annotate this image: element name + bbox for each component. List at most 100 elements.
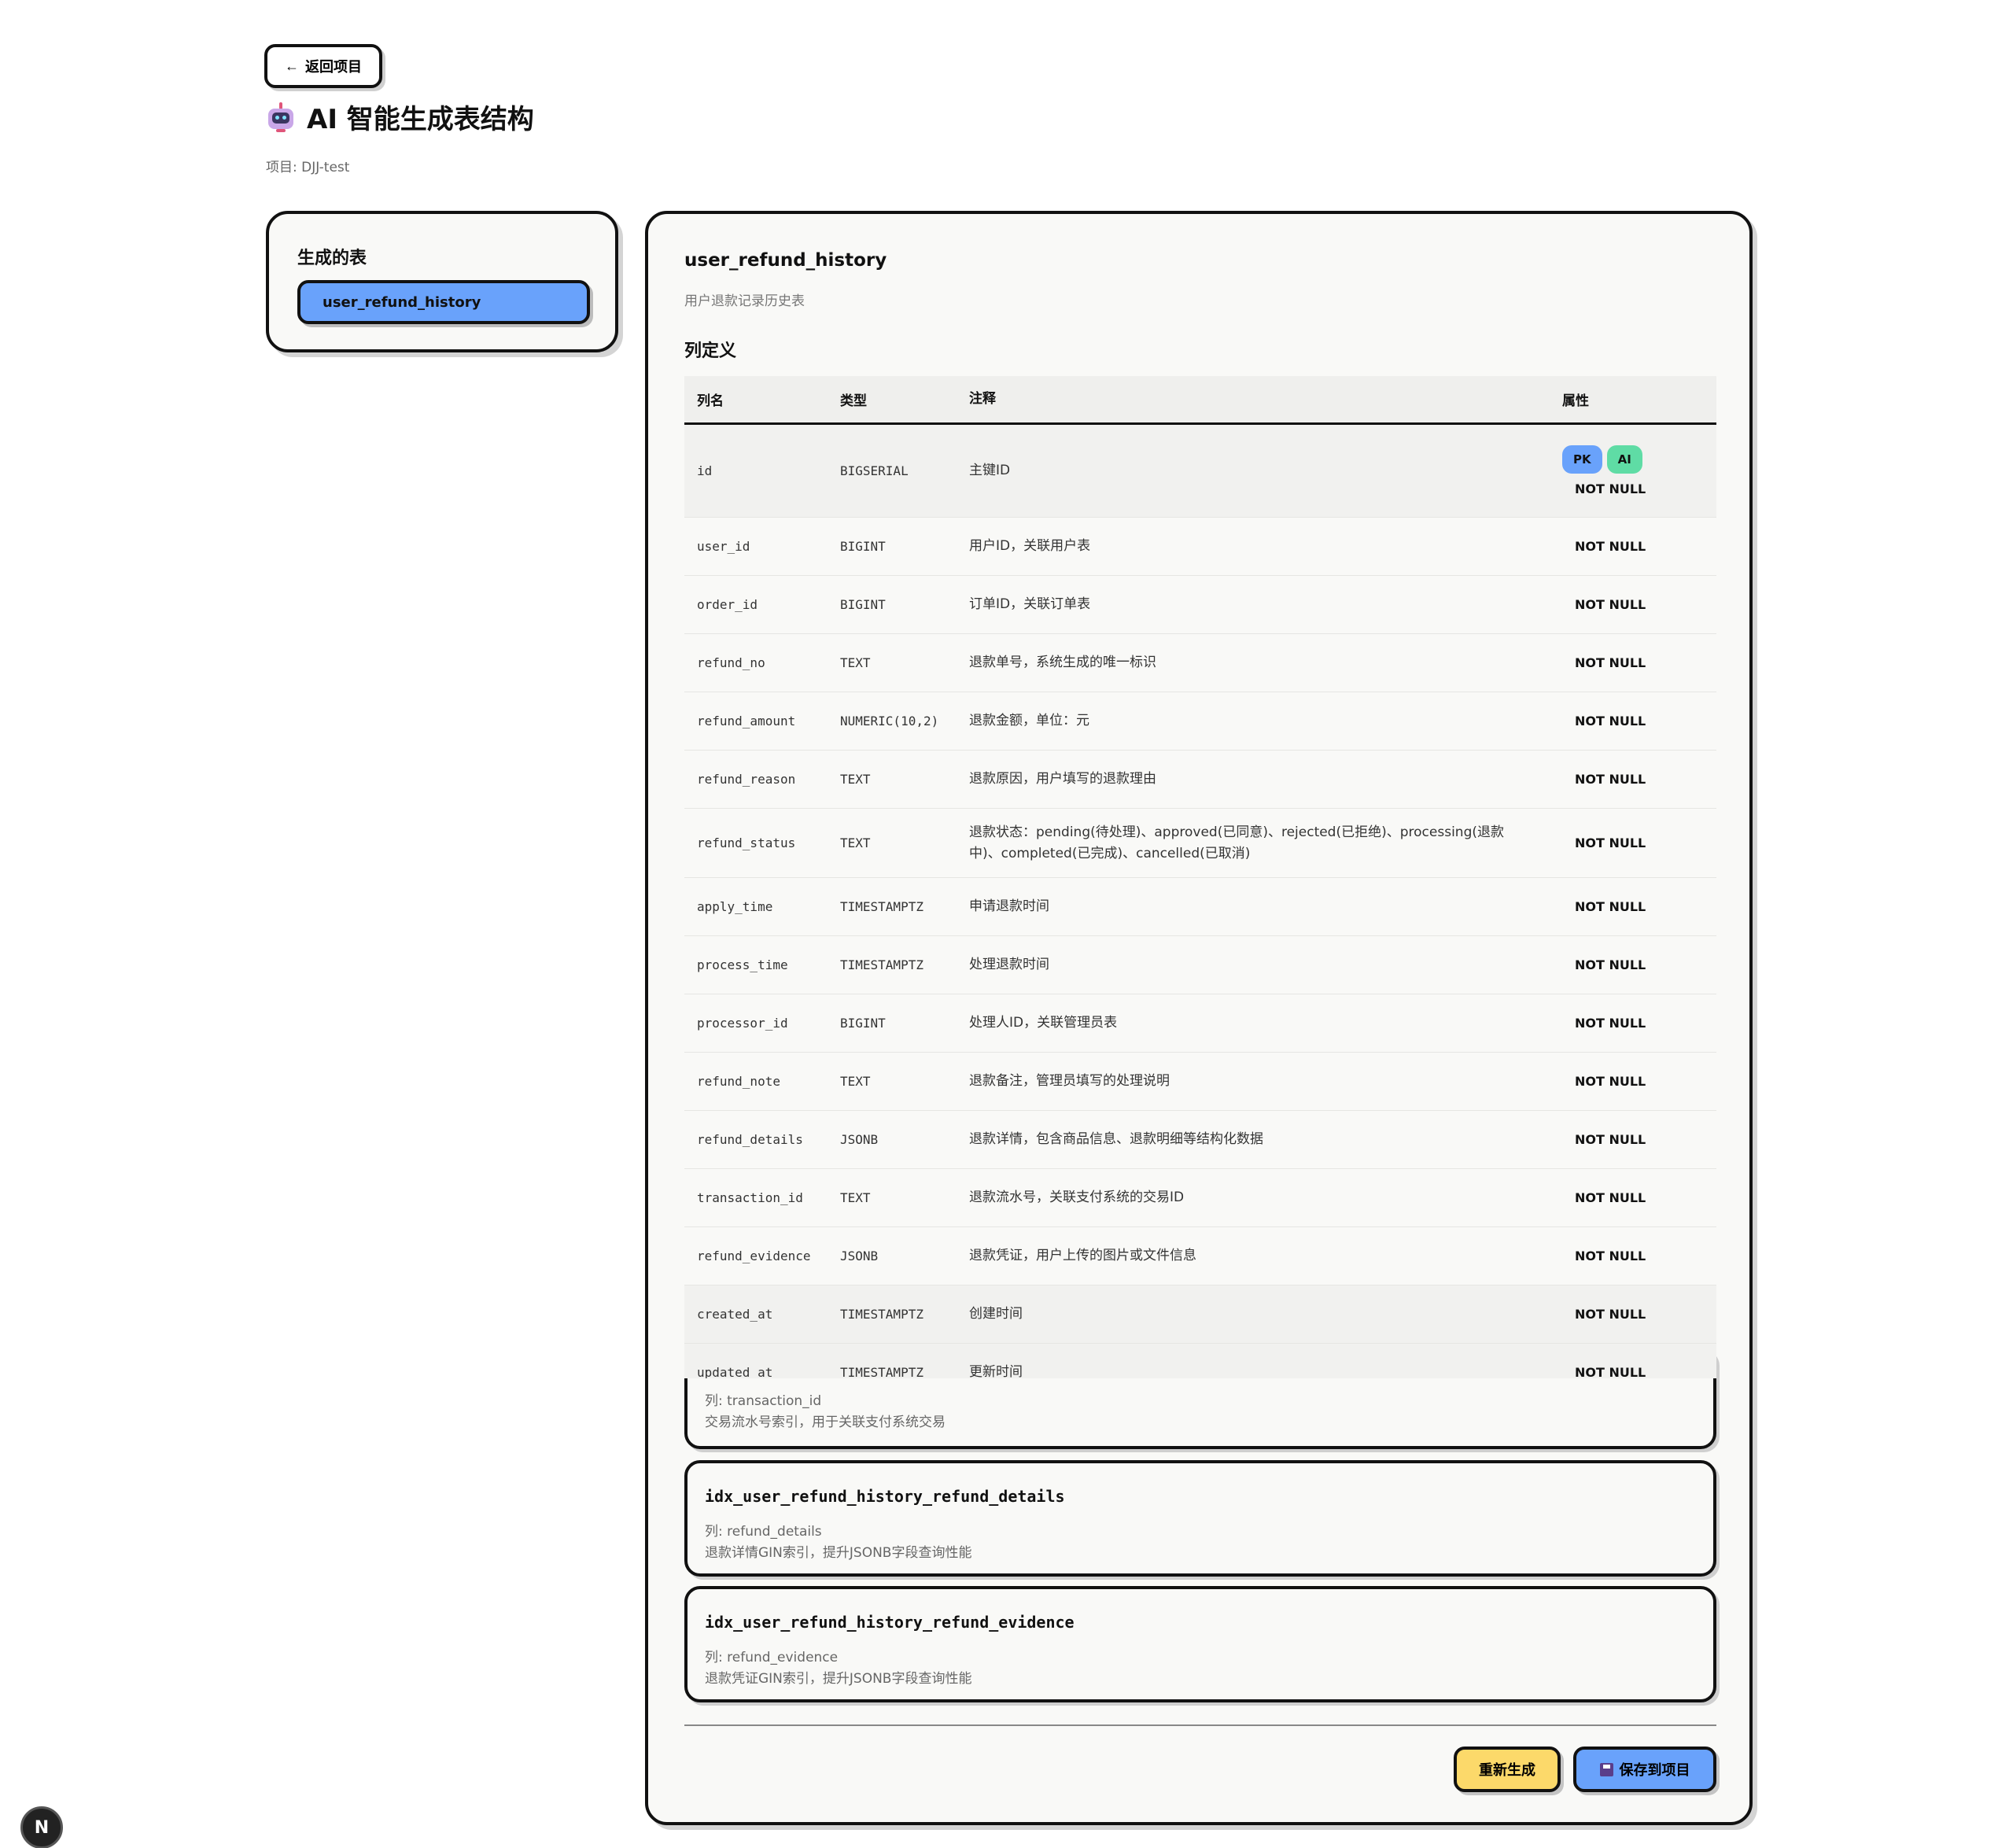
column-comment: 处理退款时间: [969, 957, 1049, 972]
index-description: 退款详情GIN索引，提升JSONB字段查询性能: [705, 1545, 972, 1561]
column-type: BIGINT: [840, 539, 886, 554]
column-name: process_time: [697, 957, 788, 972]
table-row: refund_amount NUMERIC(10,2) 退款金额，单位：元 NO…: [684, 692, 1716, 751]
not-null-label: NOT NULL: [1575, 539, 1646, 554]
column-comment: 用户ID，关联用户表: [969, 538, 1091, 554]
column-name: refund_reason: [697, 772, 796, 787]
columns-table[interactable]: 列名 类型 注释 属性 id BIGSERIAL 主键ID PK AI NOT …: [684, 376, 1716, 1378]
column-comment: 处理人ID，关联管理员表: [969, 1015, 1118, 1031]
header-comment: 注释: [969, 391, 996, 407]
not-null-label: NOT NULL: [1575, 899, 1646, 914]
save-button-label: 保存到项目: [1619, 1762, 1690, 1778]
index-description: 交易流水号索引，用于关联支付系统交易: [705, 1415, 946, 1430]
not-null-label: NOT NULL: [1575, 1249, 1646, 1263]
column-comment: 更新时间: [969, 1364, 1023, 1378]
column-name: order_id: [697, 597, 758, 612]
ai-badge: AI: [1606, 445, 1642, 474]
column-comment: 创建时间: [969, 1306, 1023, 1322]
column-name: refund_status: [697, 835, 796, 850]
table-comment: 用户退款记录历史表: [684, 293, 805, 309]
column-comment: 退款流水号，关联支付系统的交易ID: [969, 1190, 1185, 1205]
index-card: idx_user_refund_history_refund_details 列…: [684, 1460, 1716, 1577]
column-name: refund_evidence: [697, 1249, 811, 1263]
column-comment: 主键ID: [969, 463, 1011, 478]
column-comment: 退款单号，系统生成的唯一标识: [969, 655, 1156, 670]
table-row: order_id BIGINT 订单ID，关联订单表 NOT NULL: [684, 576, 1716, 634]
column-comment: 订单ID，关联订单表: [969, 596, 1091, 612]
index-columns: 列: refund_details: [705, 1524, 822, 1540]
index-name: idx_user_refund_history_refund_details: [705, 1487, 1065, 1506]
table-row: refund_evidence JSONB 退款凭证，用户上传的图片或文件信息 …: [684, 1227, 1716, 1285]
generated-tables-panel: 生成的表 user_refund_history: [266, 211, 618, 352]
dev-tools-badge[interactable]: N: [20, 1806, 63, 1848]
arrow-left-icon: ←: [285, 57, 299, 74]
not-null-label: NOT NULL: [1575, 597, 1646, 612]
not-null-label: NOT NULL: [1575, 1307, 1646, 1322]
column-comment: 申请退款时间: [969, 898, 1049, 914]
table-row: id BIGSERIAL 主键ID PK AI NOT NULL: [684, 425, 1716, 518]
not-null-label: NOT NULL: [1575, 1365, 1646, 1378]
index-name: idx_user_refund_history_refund_evidence: [705, 1613, 1075, 1632]
column-name: transaction_id: [697, 1190, 803, 1205]
column-name: refund_no: [697, 655, 765, 670]
table-row: user_id BIGINT 用户ID，关联用户表 NOT NULL: [684, 518, 1716, 576]
not-null-label: NOT NULL: [1575, 835, 1646, 850]
regenerate-button[interactable]: 重新生成: [1454, 1747, 1561, 1792]
column-type: TIMESTAMPTZ: [840, 899, 923, 914]
column-comment: 退款备注，管理员填写的处理说明: [969, 1073, 1170, 1089]
index-columns: 列: refund_evidence: [705, 1650, 839, 1665]
table-row: process_time TIMESTAMPTZ 处理退款时间 NOT NULL: [684, 936, 1716, 994]
table-row: refund_note TEXT 退款备注，管理员填写的处理说明 NOT NUL…: [684, 1053, 1716, 1111]
not-null-label: NOT NULL: [1575, 481, 1646, 496]
header-attrs: 属性: [1562, 393, 1589, 409]
pk-badge: PK: [1562, 445, 1602, 474]
page-header: AI 智能生成表结构: [266, 98, 534, 136]
not-null-label: NOT NULL: [1575, 714, 1646, 729]
table-item-user-refund-history[interactable]: user_refund_history: [297, 280, 590, 324]
column-type: TEXT: [840, 1190, 871, 1205]
column-attrs: PK AI NOT NULL: [1550, 445, 1716, 496]
save-to-project-button[interactable]: 保存到项目: [1573, 1747, 1716, 1792]
back-button-label: 返回项目: [305, 59, 362, 75]
column-name: created_at: [697, 1307, 773, 1322]
column-type: BIGSERIAL: [840, 463, 909, 478]
column-type: TEXT: [840, 772, 871, 787]
column-type: TIMESTAMPTZ: [840, 1307, 923, 1322]
column-comment: 退款原因，用户填写的退款理由: [969, 771, 1156, 787]
table-name: user_refund_history: [684, 250, 887, 271]
column-name: user_id: [697, 539, 750, 554]
column-name: id: [697, 463, 713, 478]
column-type: TEXT: [840, 1074, 871, 1089]
table-row: transaction_id TEXT 退款流水号，关联支付系统的交易ID NO…: [684, 1169, 1716, 1227]
generated-tables-title: 生成的表: [297, 249, 367, 268]
column-name: refund_amount: [697, 714, 796, 729]
column-name: refund_note: [697, 1074, 780, 1089]
project-label: 项目: DJJ-test: [266, 160, 350, 175]
column-type: JSONB: [840, 1132, 879, 1147]
column-comment: 退款详情，包含商品信息、退款明细等结构化数据: [969, 1131, 1263, 1147]
not-null-label: NOT NULL: [1575, 1132, 1646, 1147]
column-name: apply_time: [697, 899, 773, 914]
header-name: 列名: [697, 393, 724, 409]
not-null-label: NOT NULL: [1575, 1016, 1646, 1031]
floppy-disk-icon: [1599, 1762, 1613, 1776]
column-type: JSONB: [840, 1249, 879, 1263]
table-row: updated_at TIMESTAMPTZ 更新时间 NOT NULL: [684, 1344, 1716, 1378]
table-detail-panel: user_refund_history 用户退款记录历史表 列定义 列: tra…: [645, 211, 1753, 1825]
table-row: refund_details JSONB 退款详情，包含商品信息、退款明细等结构…: [684, 1111, 1716, 1169]
column-name: processor_id: [697, 1016, 788, 1031]
column-comment: 退款凭证，用户上传的图片或文件信息: [969, 1248, 1196, 1263]
table-row: refund_reason TEXT 退款原因，用户填写的退款理由 NOT NU…: [684, 751, 1716, 809]
table-row: refund_no TEXT 退款单号，系统生成的唯一标识 NOT NULL: [684, 634, 1716, 692]
column-type: BIGINT: [840, 597, 886, 612]
column-comment: 退款金额，单位：元: [969, 713, 1089, 729]
table-row: created_at TIMESTAMPTZ 创建时间 NOT NULL: [684, 1285, 1716, 1344]
column-type: TIMESTAMPTZ: [840, 1365, 923, 1378]
robot-icon: [266, 101, 296, 132]
column-name: refund_details: [697, 1132, 803, 1147]
not-null-label: NOT NULL: [1575, 655, 1646, 670]
column-type: NUMERIC(10,2): [840, 714, 939, 729]
header-type: 类型: [840, 393, 867, 409]
back-button[interactable]: ← 返回项目: [264, 44, 382, 88]
not-null-label: NOT NULL: [1575, 1190, 1646, 1205]
